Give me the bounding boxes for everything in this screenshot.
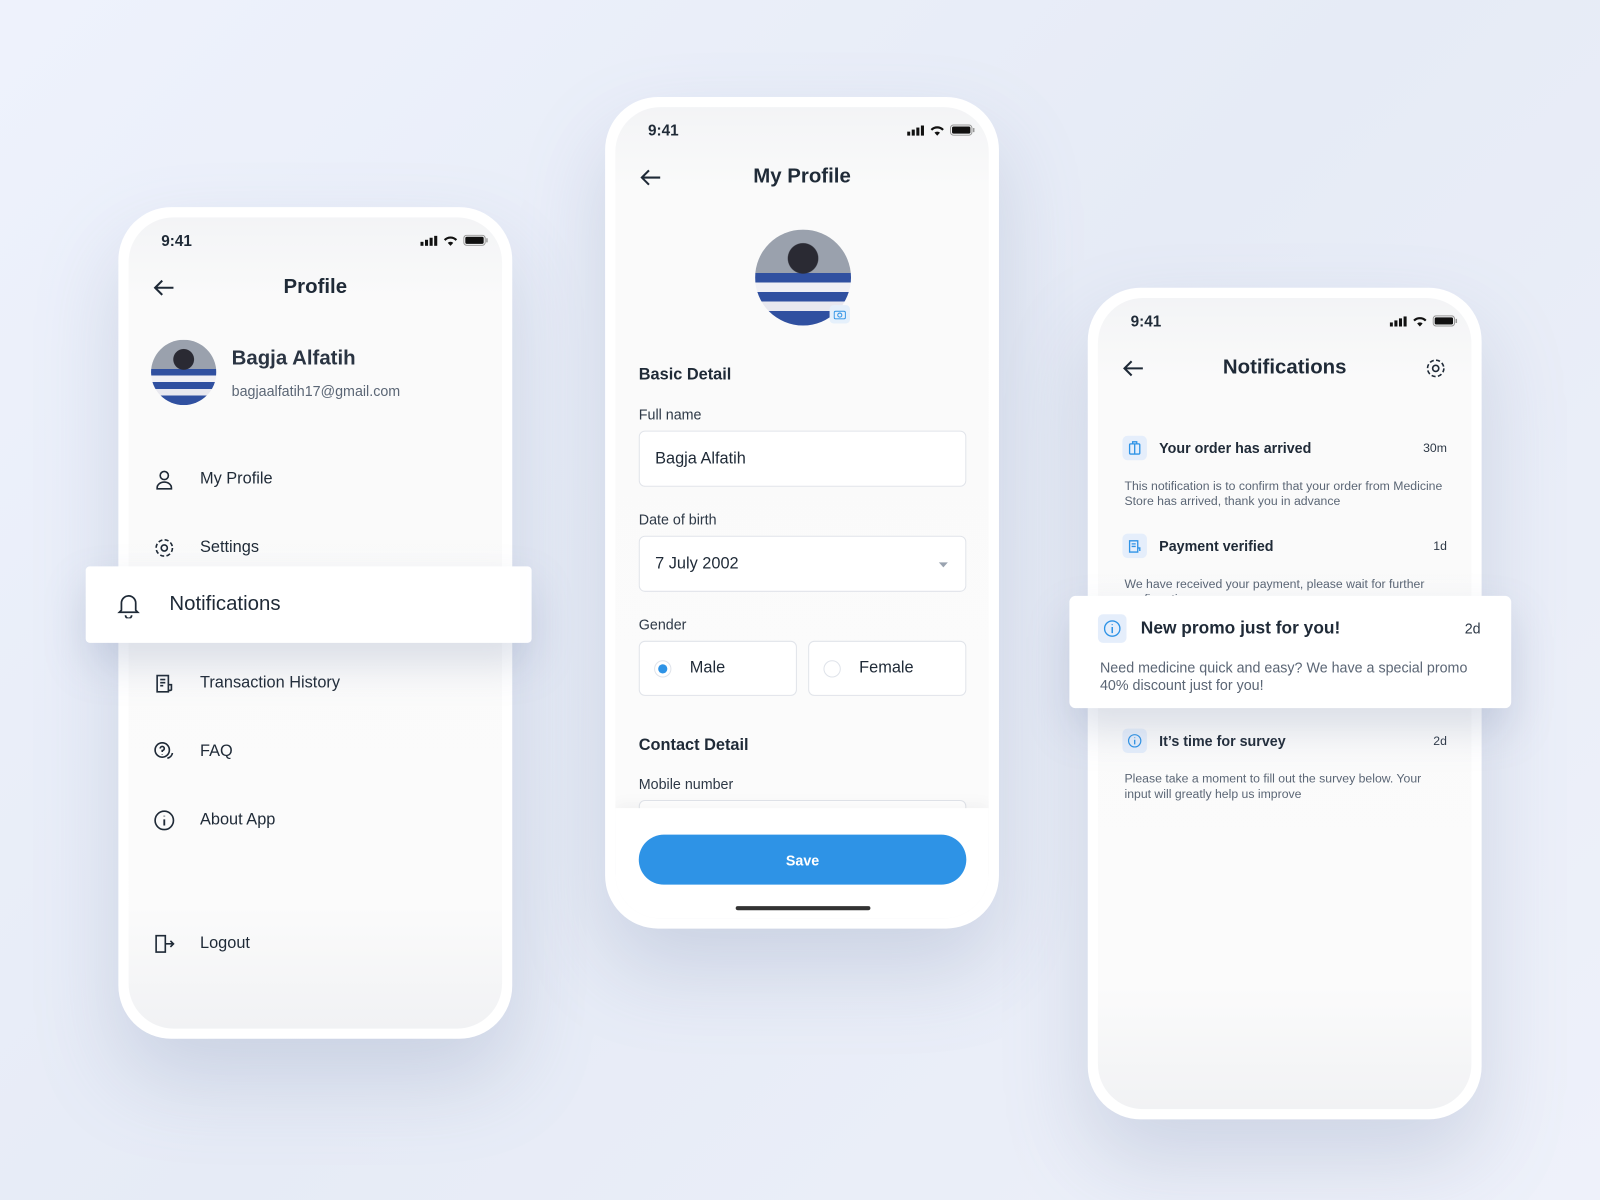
user-email: bagjaalfatih17@gmail.com	[231, 382, 401, 399]
basic-detail-heading: Basic Detail	[638, 366, 732, 384]
notification-title: Your order has arrived	[1159, 439, 1312, 457]
menu-label: FAQ	[199, 742, 233, 761]
gear-icon	[155, 538, 174, 557]
menu-label: About App	[199, 811, 276, 829]
wifi-icon	[1413, 317, 1427, 327]
receipt-icon	[156, 674, 173, 693]
receipt-icon	[1122, 533, 1147, 559]
home-indicator	[735, 906, 871, 911]
radio-selected	[654, 659, 672, 678]
status-icons	[907, 124, 975, 136]
menu-item-my-profile[interactable]: My Profile	[153, 468, 273, 490]
page-title: My Profile	[753, 165, 851, 188]
battery-icon	[1432, 315, 1458, 327]
full-name-value: Bagja Alfatih	[655, 449, 746, 467]
bottom-bar: Save	[615, 808, 989, 919]
signal-icon	[1389, 315, 1407, 327]
bell-icon	[117, 594, 140, 618]
notification-title: It’s time for survey	[1159, 732, 1286, 749]
logout-icon	[155, 934, 175, 953]
wifi-icon	[930, 126, 944, 136]
status-icons	[420, 234, 488, 246]
full-name-label: Full name	[638, 406, 702, 423]
mobile-label: Mobile number	[638, 775, 734, 792]
signal-icon	[907, 124, 924, 136]
menu-label: Transaction History	[199, 674, 341, 692]
notification-time: 30m	[1423, 440, 1447, 456]
notification-item-highlighted[interactable]: New promo just for you! 2d Need medicine…	[1069, 595, 1512, 709]
gender-label: Gender	[638, 616, 687, 633]
radio-label: Male	[689, 659, 726, 677]
notification-time: 2d	[1464, 620, 1481, 637]
menu-item-faq[interactable]: FAQ	[153, 741, 233, 763]
help-chat-icon	[154, 742, 174, 759]
gender-female-radio[interactable]: Female	[808, 640, 967, 696]
my-profile-phone: 9:41 My Profile Basic Detail Full name B…	[605, 96, 999, 929]
menu-label: My Profile	[199, 470, 273, 488]
notification-item[interactable]: It’s time for survey 2d Please take a mo…	[1122, 728, 1447, 802]
notification-title: New promo just for you!	[1140, 618, 1341, 638]
menu-item-settings[interactable]: Settings	[153, 537, 259, 559]
notification-body: Need medicine quick and easy? We have a …	[1099, 659, 1468, 693]
battery-icon	[463, 234, 488, 246]
menu-item-logout[interactable]: Logout	[153, 933, 250, 955]
avatar	[151, 339, 217, 406]
chevron-down-icon	[938, 562, 948, 568]
status-icons	[1389, 315, 1458, 327]
page-title: Profile	[283, 275, 348, 298]
notification-body: Please take a moment to fill out the sur…	[1124, 771, 1422, 802]
status-time: 9:41	[161, 232, 192, 250]
info-icon	[1122, 728, 1147, 754]
wifi-icon	[443, 236, 458, 246]
full-name-input[interactable]: Bagja Alfatih	[638, 430, 967, 487]
camera-icon[interactable]	[829, 305, 850, 324]
save-button[interactable]: Save	[638, 834, 967, 885]
info-icon	[154, 810, 175, 831]
status-time: 9:41	[647, 122, 679, 140]
notification-body: This notification is to confirm that you…	[1124, 478, 1443, 509]
page-title: Notifications	[1222, 356, 1347, 379]
my-profile-screen: 9:41 My Profile Basic Detail Full name B…	[615, 107, 989, 919]
package-icon	[1122, 435, 1147, 461]
dob-select[interactable]: 7 July 2002	[638, 535, 967, 592]
gender-male-radio[interactable]: Male	[638, 640, 797, 696]
notification-item[interactable]: Your order has arrived 30m This notifica…	[1122, 435, 1447, 509]
user-icon	[156, 470, 173, 490]
dob-value: 7 July 2002	[655, 554, 739, 572]
notification-time: 2d	[1433, 733, 1447, 748]
menu-label: Settings	[199, 538, 259, 557]
gear-icon[interactable]	[1424, 357, 1446, 379]
info-icon	[1097, 614, 1127, 643]
battery-icon	[949, 124, 975, 136]
menu-item-about-app[interactable]: About App	[153, 809, 275, 831]
contact-detail-heading: Contact Detail	[638, 736, 749, 755]
dob-label: Date of birth	[638, 511, 717, 528]
menu-label: Notifications	[169, 592, 281, 616]
status-time: 9:41	[1130, 313, 1162, 331]
notification-title: Payment verified	[1159, 537, 1274, 555]
menu-label: Logout	[199, 934, 250, 953]
menu-item-transaction-history[interactable]: Transaction History	[153, 672, 340, 694]
menu-item-notifications[interactable]: Notifications	[85, 566, 532, 643]
notification-time: 1d	[1433, 538, 1447, 554]
radio-label: Female	[859, 659, 914, 677]
user-name: Bagja Alfatih	[231, 346, 356, 370]
radio-unselected	[823, 659, 841, 678]
signal-icon	[420, 235, 438, 246]
